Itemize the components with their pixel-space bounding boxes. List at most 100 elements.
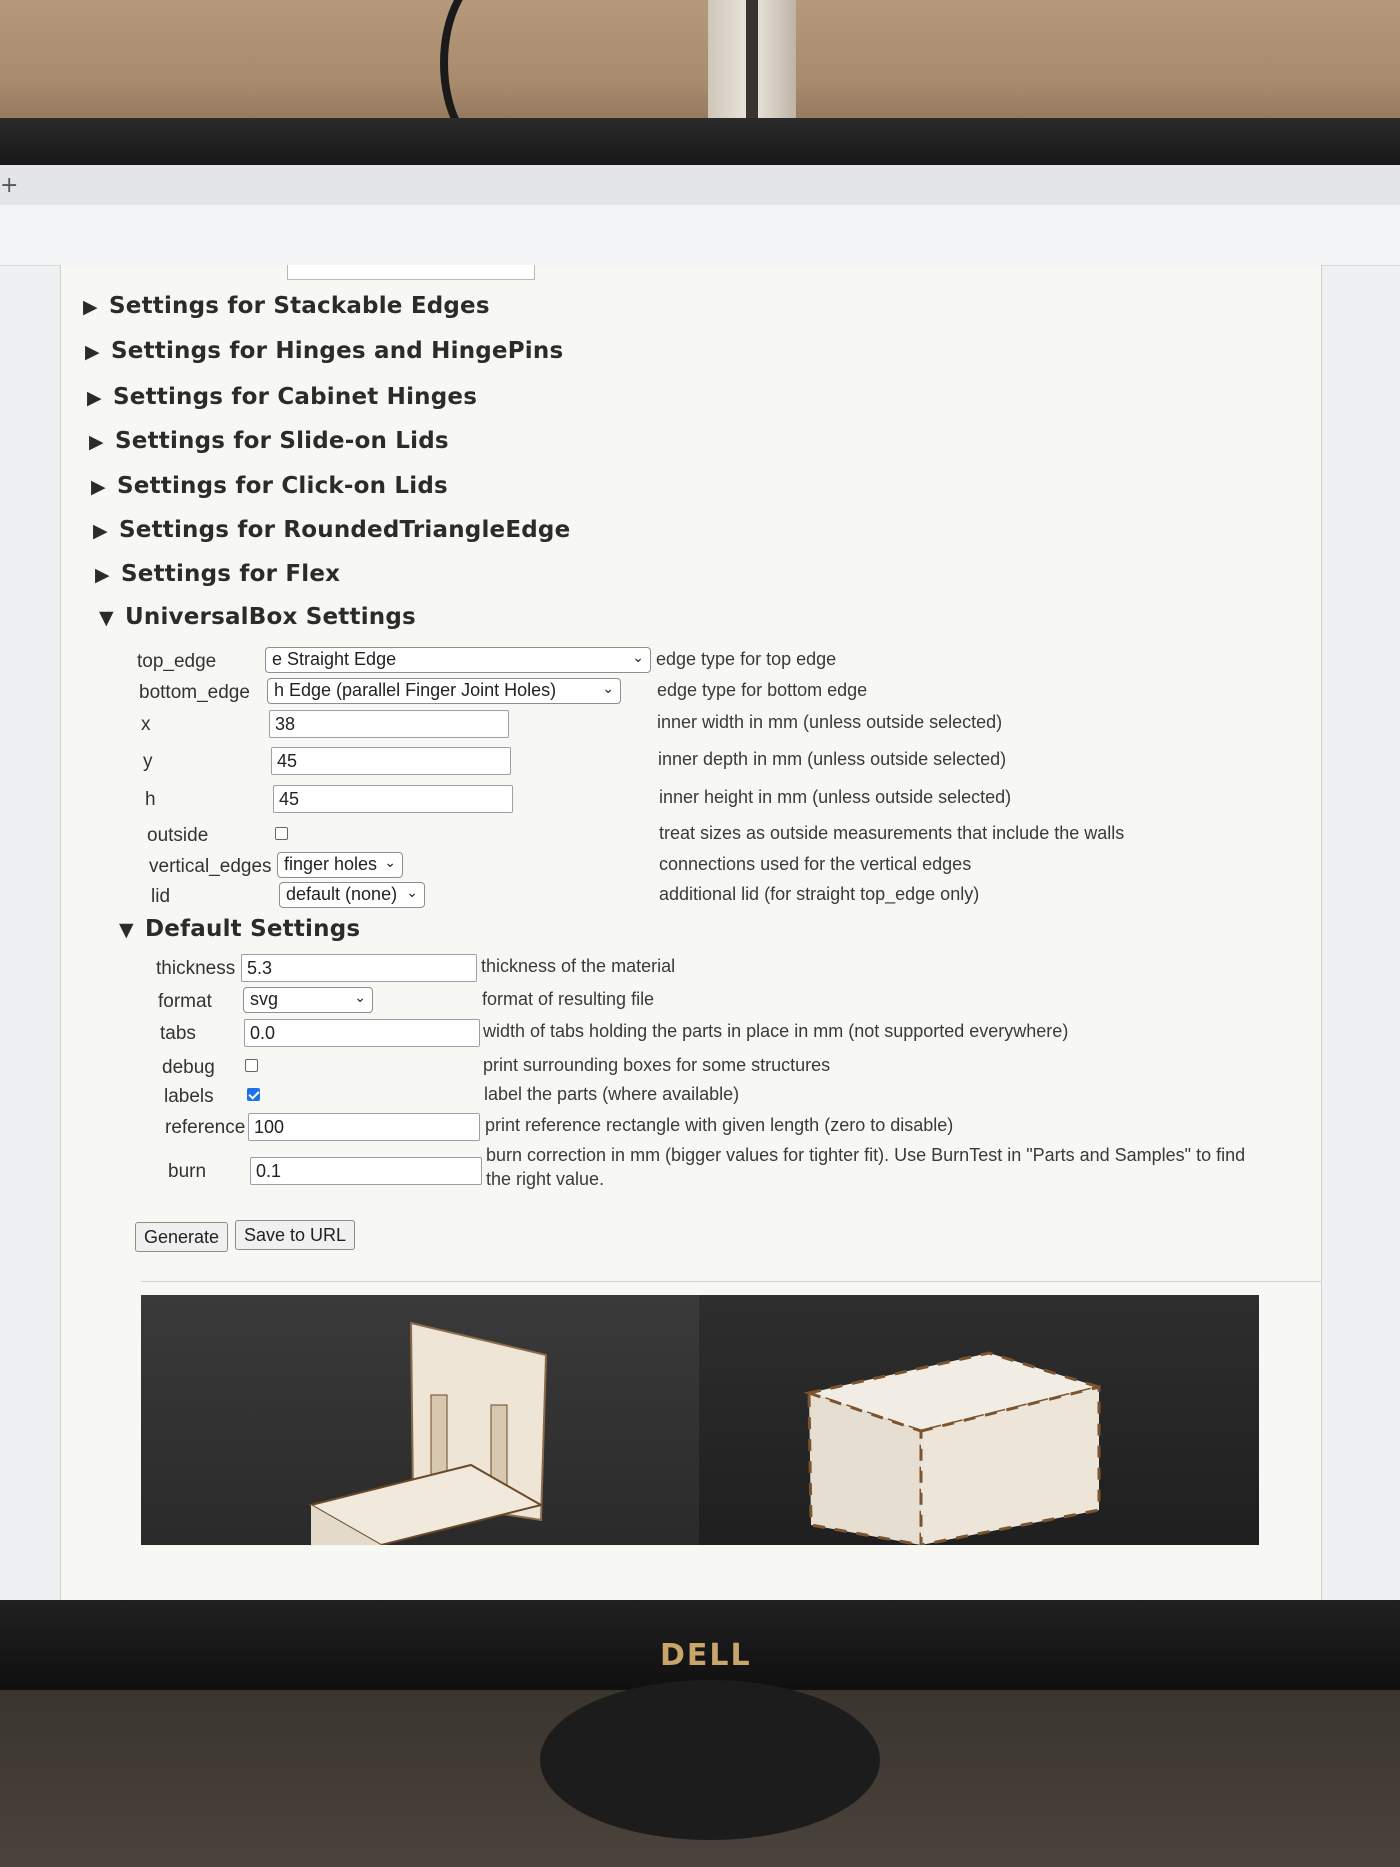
select-value: svg xyxy=(250,989,279,1009)
chevron-down-icon: ⌄ xyxy=(384,855,396,871)
y-input[interactable] xyxy=(271,747,511,775)
section-cabinet-hinges[interactable]: ▶ Settings for Cabinet Hinges xyxy=(87,384,477,410)
select-value: finger holes xyxy=(284,854,378,874)
burn-input[interactable] xyxy=(250,1157,482,1185)
row-debug: debug print surrounding boxes for some s… xyxy=(61,1053,1321,1083)
h-input[interactable] xyxy=(273,785,513,813)
monitor-stand xyxy=(540,1680,880,1840)
section-title: Settings for Flex xyxy=(121,561,341,587)
sample-photo-finger-joint-box xyxy=(699,1295,1259,1545)
field-label: top_edge xyxy=(137,651,217,672)
partial-input[interactable] xyxy=(287,265,535,280)
thickness-input[interactable] xyxy=(241,954,477,982)
outside-checkbox[interactable] xyxy=(275,827,288,840)
debug-checkbox[interactable] xyxy=(245,1059,258,1072)
dell-logo: DELL xyxy=(660,1638,752,1673)
section-stackable-edges[interactable]: ▶ Settings for Stackable Edges xyxy=(83,293,490,319)
field-label: thickness xyxy=(156,958,236,979)
section-default-settings[interactable]: ▼ Default Settings xyxy=(119,916,360,942)
monitor-screen: + ▶ Settings for Stackable Edges ▶ Setting… xyxy=(0,165,1400,1605)
generate-button[interactable]: Generate xyxy=(135,1222,229,1252)
field-description: inner depth in mm (unless outside select… xyxy=(658,749,1007,769)
field-label: labels xyxy=(164,1086,214,1107)
field-description: format of resulting file xyxy=(482,989,655,1009)
field-description-cont: the right value. xyxy=(486,1169,605,1189)
format-select[interactable]: svg ⌄ xyxy=(243,987,373,1013)
field-label: outside xyxy=(147,825,209,846)
row-burn: burn burn correction in mm (bigger value… xyxy=(61,1145,1321,1203)
row-x: x inner width in mm (unless outside sele… xyxy=(61,710,1321,740)
page-content: ▶ Settings for Stackable Edges ▶ Settings … xyxy=(60,265,1322,1605)
field-description: edge type for bottom edge xyxy=(657,680,868,700)
section-title: Settings for Hinges and HingePins xyxy=(111,338,564,364)
field-label: h xyxy=(145,789,156,810)
section-title: Default Settings xyxy=(145,916,361,942)
field-description: burn correction in mm (bigger values for… xyxy=(486,1145,1246,1165)
bottom-edge-select[interactable]: h Edge (parallel Finger Joint Holes) ⌄ xyxy=(267,678,621,704)
expand-triangle-icon: ▶ xyxy=(85,341,100,363)
x-input[interactable] xyxy=(269,710,509,738)
field-label: x xyxy=(141,714,151,735)
save-to-url-button[interactable]: Save to URL xyxy=(235,1220,356,1250)
section-title: Settings for Stackable Edges xyxy=(109,293,490,319)
reference-input[interactable] xyxy=(248,1113,480,1141)
field-description: width of tabs holding the parts in place… xyxy=(483,1021,1069,1041)
field-label: tabs xyxy=(160,1023,196,1044)
collapse-triangle-icon: ▼ xyxy=(119,919,134,941)
row-y: y inner depth in mm (unless outside sele… xyxy=(61,747,1321,777)
expand-triangle-icon: ▶ xyxy=(87,387,102,409)
section-flex[interactable]: ▶ Settings for Flex xyxy=(95,561,340,587)
lid-select[interactable]: default (none) ⌄ xyxy=(279,882,425,908)
field-description: print surrounding boxes for some structu… xyxy=(483,1055,831,1075)
labels-checkbox[interactable] xyxy=(247,1088,260,1101)
field-label: vertical_edges xyxy=(149,856,272,877)
new-tab-icon[interactable]: + xyxy=(0,173,18,198)
section-title: Settings for Slide-on Lids xyxy=(115,428,449,454)
field-description: connections used for the vertical edges xyxy=(659,854,972,874)
expand-triangle-icon: ▶ xyxy=(93,520,108,542)
field-description: inner width in mm (unless outside select… xyxy=(657,712,1003,732)
field-description: treat sizes as outside measurements that… xyxy=(659,823,1125,843)
field-label: reference xyxy=(165,1117,246,1138)
row-tabs: tabs width of tabs holding the parts in … xyxy=(61,1019,1321,1049)
expand-triangle-icon: ▶ xyxy=(95,564,110,586)
section-universalbox[interactable]: ▼ UniversalBox Settings xyxy=(99,604,416,630)
chevron-down-icon: ⌄ xyxy=(602,681,614,697)
section-hinges[interactable]: ▶ Settings for Hinges and HingePins xyxy=(85,338,563,364)
hinged-box-illustration xyxy=(308,1321,548,1545)
row-vertical-edges: vertical_edges finger holes ⌄ connection… xyxy=(61,852,1321,882)
row-thickness: thickness thickness of the material xyxy=(61,954,1321,984)
field-label: bottom_edge xyxy=(139,682,250,703)
field-description: additional lid (for straight top_edge on… xyxy=(659,884,980,904)
expand-triangle-icon: ▶ xyxy=(83,296,98,318)
field-description: print reference rectangle with given len… xyxy=(485,1115,954,1135)
section-title: UniversalBox Settings xyxy=(125,604,416,630)
row-format: format svg ⌄ format of resulting file xyxy=(61,987,1321,1017)
chevron-down-icon: ⌄ xyxy=(406,885,418,901)
row-labels: labels label the parts (where available) xyxy=(61,1082,1321,1112)
field-label: format xyxy=(158,991,212,1012)
expand-triangle-icon: ▶ xyxy=(91,476,106,498)
section-title: Settings for RoundedTriangleEdge xyxy=(119,517,571,543)
finger-joint-box-illustration xyxy=(803,1351,1105,1545)
sample-photo-hinged-box xyxy=(141,1295,699,1545)
select-value: default (none) xyxy=(286,884,398,904)
browser-toolbar xyxy=(0,205,1400,266)
section-title: Settings for Click-on Lids xyxy=(117,473,448,499)
section-click-on-lids[interactable]: ▶ Settings for Click-on Lids xyxy=(91,473,448,499)
browser-tabstrip: + xyxy=(0,165,1400,206)
tabs-input[interactable] xyxy=(244,1019,480,1047)
section-title: Settings for Cabinet Hinges xyxy=(113,384,478,410)
select-value: e Straight Edge xyxy=(272,649,397,669)
top-edge-select[interactable]: e Straight Edge ⌄ xyxy=(265,647,651,673)
field-label: debug xyxy=(162,1057,215,1078)
section-rounded-triangle-edge[interactable]: ▶ Settings for RoundedTriangleEdge xyxy=(93,517,570,543)
vertical-edges-select[interactable]: finger holes ⌄ xyxy=(277,852,403,878)
row-reference: reference print reference rectangle with… xyxy=(61,1113,1321,1143)
field-description: edge type for top edge xyxy=(656,649,837,669)
section-slide-on-lids[interactable]: ▶ Settings for Slide-on Lids xyxy=(89,428,449,454)
chevron-down-icon: ⌄ xyxy=(354,990,366,1006)
collapse-triangle-icon: ▼ xyxy=(99,607,114,629)
field-description: thickness of the material xyxy=(481,956,676,976)
row-outside: outside treat sizes as outside measureme… xyxy=(61,821,1321,851)
